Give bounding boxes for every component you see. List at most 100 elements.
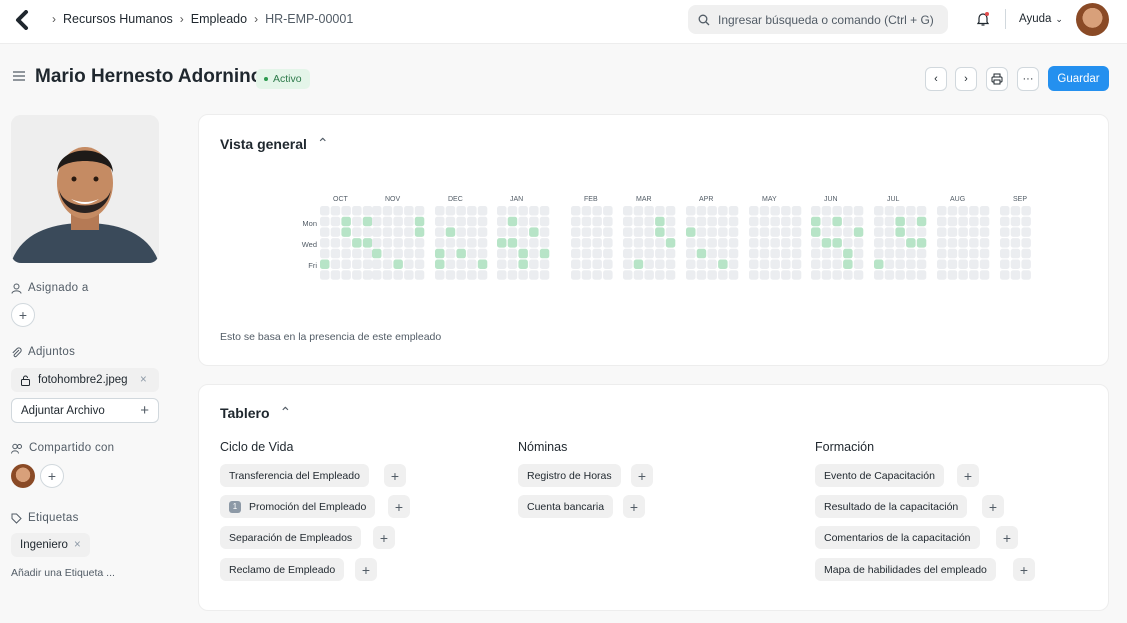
heatmap-cell[interactable]	[655, 259, 665, 270]
heatmap-cell[interactable]	[781, 206, 791, 216]
heatmap-cell[interactable]	[832, 238, 842, 248]
heatmap-cell[interactable]	[414, 238, 425, 248]
heatmap-cell[interactable]	[781, 259, 791, 270]
heatmap-cell[interactable]	[937, 270, 947, 280]
heatmap-cell[interactable]	[718, 259, 728, 270]
app-logo-icon[interactable]	[15, 10, 29, 30]
heatmap-cell[interactable]	[874, 248, 884, 259]
heatmap-cell[interactable]	[853, 270, 864, 280]
heatmap-cell[interactable]	[874, 238, 884, 248]
breadcrumb-item-doctype[interactable]: Empleado	[191, 12, 247, 26]
heatmap-cell[interactable]	[906, 227, 916, 237]
heatmap-cell[interactable]	[718, 206, 728, 216]
heatmap-cell[interactable]	[497, 248, 507, 259]
heatmap-cell[interactable]	[592, 248, 602, 259]
heatmap-cell[interactable]	[969, 270, 979, 280]
heatmap-cell[interactable]	[686, 227, 696, 237]
heatmap-cell[interactable]	[382, 248, 393, 259]
heatmap-cell[interactable]	[330, 270, 341, 280]
heatmap-cell[interactable]	[467, 270, 477, 280]
heatmap-cell[interactable]	[497, 259, 507, 270]
heatmap-cell[interactable]	[393, 227, 403, 237]
heatmap-cell[interactable]	[518, 238, 528, 248]
heatmap-cell[interactable]	[539, 206, 550, 216]
heatmap-cell[interactable]	[445, 248, 456, 259]
heatmap-cell[interactable]	[665, 216, 676, 227]
heatmap-cell[interactable]	[821, 248, 832, 259]
heatmap-cell[interactable]	[696, 216, 707, 227]
heatmap-cell[interactable]	[811, 238, 821, 248]
heatmap-cell[interactable]	[404, 259, 414, 270]
heatmap-cell[interactable]	[832, 216, 842, 227]
heatmap-cell[interactable]	[665, 270, 676, 280]
heatmap-cell[interactable]	[958, 238, 968, 248]
heatmap-cell[interactable]	[341, 238, 351, 248]
heatmap-cell[interactable]	[821, 216, 832, 227]
heatmap-cell[interactable]	[507, 270, 518, 280]
heatmap-cell[interactable]	[895, 270, 905, 280]
heatmap-cell[interactable]	[947, 270, 958, 280]
heatmap-cell[interactable]	[969, 216, 979, 227]
heatmap-cell[interactable]	[581, 238, 592, 248]
heatmap-cell[interactable]	[759, 216, 770, 227]
heatmap-cell[interactable]	[749, 270, 759, 280]
heatmap-cell[interactable]	[644, 206, 654, 216]
heatmap-cell[interactable]	[352, 248, 362, 259]
heatmap-cell[interactable]	[518, 216, 528, 227]
heatmap-cell[interactable]	[791, 238, 802, 248]
heatmap-cell[interactable]	[497, 270, 507, 280]
link-employee-grievance[interactable]: Reclamo de Empleado	[220, 558, 345, 581]
heatmap-cell[interactable]	[529, 238, 539, 248]
heatmap-cell[interactable]	[874, 270, 884, 280]
heatmap-cell[interactable]	[341, 227, 351, 237]
heatmap-cell[interactable]	[404, 206, 414, 216]
heatmap-cell[interactable]	[916, 259, 927, 270]
heatmap-cell[interactable]	[874, 259, 884, 270]
heatmap-cell[interactable]	[686, 248, 696, 259]
heatmap-cell[interactable]	[644, 227, 654, 237]
heatmap-cell[interactable]	[770, 259, 780, 270]
heatmap-cell[interactable]	[581, 206, 592, 216]
heatmap-cell[interactable]	[791, 248, 802, 259]
heatmap-cell[interactable]	[362, 227, 373, 237]
heatmap-cell[interactable]	[382, 206, 393, 216]
heatmap-cell[interactable]	[581, 248, 592, 259]
heatmap-cell[interactable]	[979, 227, 990, 237]
heatmap-cell[interactable]	[947, 216, 958, 227]
heatmap-cell[interactable]	[330, 259, 341, 270]
heatmap-cell[interactable]	[581, 270, 592, 280]
heatmap-cell[interactable]	[821, 238, 832, 248]
heatmap-cell[interactable]	[518, 270, 528, 280]
heatmap-cell[interactable]	[947, 238, 958, 248]
heatmap-cell[interactable]	[435, 248, 445, 259]
heatmap-cell[interactable]	[749, 227, 759, 237]
attach-file-button[interactable]: Adjuntar Archivo +	[11, 398, 159, 423]
heatmap-cell[interactable]	[916, 227, 927, 237]
heatmap-cell[interactable]	[330, 216, 341, 227]
heatmap-cell[interactable]	[707, 227, 717, 237]
heatmap-cell[interactable]	[791, 259, 802, 270]
heatmap-cell[interactable]	[947, 248, 958, 259]
heatmap-cell[interactable]	[372, 206, 382, 216]
heatmap-cell[interactable]	[759, 238, 770, 248]
heatmap-cell[interactable]	[728, 270, 739, 280]
heatmap-cell[interactable]	[655, 248, 665, 259]
heatmap-cell[interactable]	[937, 206, 947, 216]
heatmap-cell[interactable]	[853, 238, 864, 248]
heatmap-cell[interactable]	[435, 216, 445, 227]
heatmap-cell[interactable]	[603, 238, 613, 248]
add-assignee-button[interactable]: +	[11, 303, 35, 327]
heatmap-cell[interactable]	[655, 270, 665, 280]
next-record-button[interactable]: ›	[955, 67, 977, 91]
heatmap-cell[interactable]	[404, 248, 414, 259]
more-actions-button[interactable]: ···	[1017, 67, 1039, 91]
heatmap-cell[interactable]	[770, 270, 780, 280]
heatmap-cell[interactable]	[969, 259, 979, 270]
breadcrumb-item-module[interactable]: Recursos Humanos	[63, 12, 173, 26]
heatmap-cell[interactable]	[518, 206, 528, 216]
heatmap-cell[interactable]	[947, 227, 958, 237]
heatmap-cell[interactable]	[1010, 216, 1021, 227]
heatmap-cell[interactable]	[843, 248, 853, 259]
heatmap-cell[interactable]	[362, 216, 373, 227]
heatmap-cell[interactable]	[1000, 216, 1010, 227]
